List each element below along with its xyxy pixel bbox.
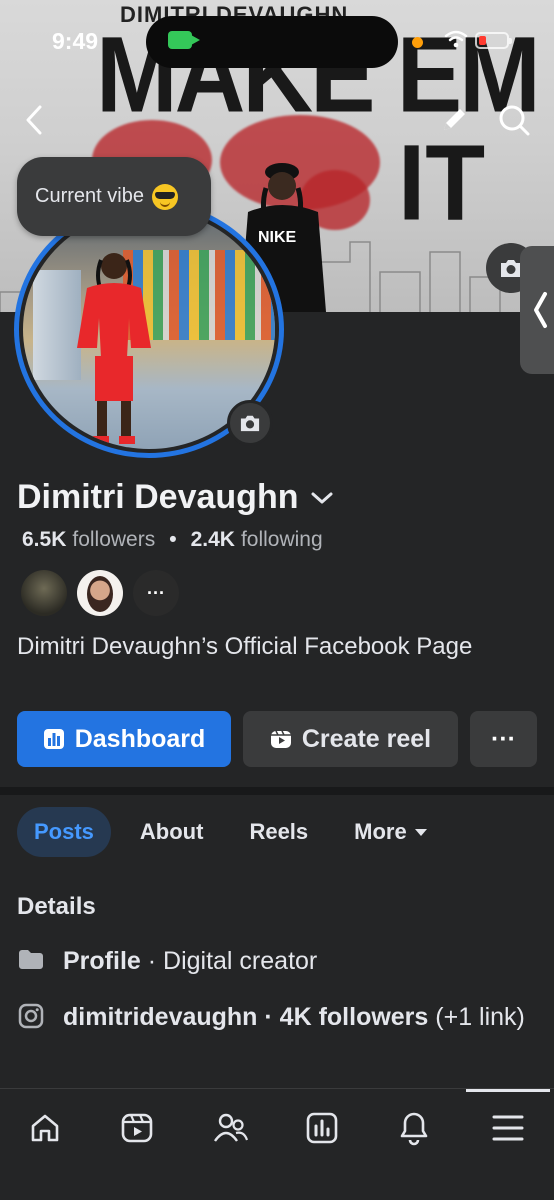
- svg-text:NIKE: NIKE: [258, 229, 297, 246]
- active-tab-indicator: [466, 1089, 550, 1092]
- detail-profile-value: · Digital creator: [140, 947, 318, 975]
- edit-profile-picture-button[interactable]: [227, 400, 273, 446]
- nav-friends[interactable]: [207, 1105, 253, 1151]
- friends-icon: [214, 1113, 248, 1142]
- details-heading: Details: [17, 893, 96, 920]
- follower-avatar[interactable]: [77, 570, 123, 616]
- followers-label[interactable]: followers: [72, 528, 155, 552]
- section-divider: [0, 787, 554, 795]
- caret-down-icon: [414, 828, 427, 836]
- cover-title-big-2: IT: [398, 121, 486, 243]
- search-button[interactable]: [492, 98, 536, 142]
- nav-video[interactable]: [114, 1105, 160, 1151]
- profile-category-icon: [17, 947, 45, 971]
- mic-indicator-icon: [412, 37, 423, 48]
- chevron-down-icon[interactable]: [310, 490, 334, 506]
- edit-button[interactable]: [434, 100, 474, 140]
- nav-menu[interactable]: [485, 1105, 531, 1151]
- video-icon: [121, 1113, 153, 1143]
- tab-posts[interactable]: Posts: [17, 807, 111, 857]
- home-icon: [31, 1114, 59, 1142]
- more-followers-button[interactable]: ···: [133, 570, 179, 616]
- facetime-indicator-icon: [168, 31, 200, 49]
- battery-icon: [475, 32, 512, 49]
- instagram-icon: [17, 1003, 45, 1029]
- bell-icon: [400, 1112, 428, 1146]
- tab-about[interactable]: About: [123, 807, 221, 857]
- detail-instagram[interactable]: dimitridevaughn · 4K followers (+1 link): [17, 1001, 537, 1034]
- bottom-navigation: [0, 1088, 554, 1200]
- menu-icon: [492, 1115, 524, 1141]
- follower-avatars[interactable]: ···: [21, 570, 179, 616]
- current-vibe-bubble[interactable]: Current vibe: [17, 157, 211, 236]
- pencil-icon: [444, 109, 465, 130]
- profile-name: Dimitri Devaughn: [17, 478, 299, 516]
- profile-tabs: Posts About Reels More: [17, 807, 456, 857]
- status-time: 9:49: [52, 28, 99, 54]
- followers-count[interactable]: 6.5K: [22, 528, 66, 552]
- follower-avatar[interactable]: [21, 570, 67, 616]
- following-label[interactable]: following: [241, 528, 323, 552]
- search-icon: [499, 105, 530, 136]
- profile-name-row[interactable]: Dimitri Devaughn: [17, 478, 334, 517]
- dynamic-island: [146, 16, 398, 68]
- sunglasses-emoji-icon: [151, 183, 178, 210]
- more-options-button[interactable]: ···: [470, 711, 537, 767]
- more-options-icon: ···: [491, 724, 516, 753]
- chevron-left-icon: [534, 292, 547, 328]
- profile-bio: Dimitri Devaughn’s Official Facebook Pag…: [17, 633, 473, 660]
- photo-person: [77, 253, 151, 444]
- nav-dashboard[interactable]: [299, 1105, 345, 1151]
- stats-separator: •: [169, 528, 177, 551]
- chevron-left-icon: [26, 105, 42, 135]
- following-count[interactable]: 2.4K: [191, 528, 235, 552]
- dashboard-label: Dashboard: [74, 724, 206, 753]
- wifi-icon: [444, 30, 468, 48]
- dashboard-button[interactable]: Dashboard: [17, 711, 231, 767]
- nav-home[interactable]: [22, 1105, 68, 1151]
- detail-profile-label: Profile: [63, 947, 141, 975]
- tab-more-label: More: [354, 819, 407, 844]
- nav-notifications[interactable]: [391, 1105, 437, 1151]
- create-reel-button[interactable]: Create reel: [243, 711, 458, 767]
- tab-more[interactable]: More: [337, 807, 444, 857]
- instagram-links[interactable]: (+1 link): [428, 1003, 525, 1031]
- detail-profile-category: Profile · Digital creator: [17, 945, 537, 978]
- vibe-text: Current vibe: [35, 185, 144, 207]
- create-reel-label: Create reel: [301, 724, 432, 753]
- camera-icon: [240, 415, 260, 432]
- back-button[interactable]: [16, 98, 52, 142]
- dashboard-icon: [306, 1112, 338, 1144]
- instagram-handle[interactable]: dimitridevaughn · 4K followers: [63, 1003, 428, 1031]
- follow-stats: 6.5K followers • 2.4K following: [22, 528, 323, 552]
- reel-icon: [270, 730, 291, 748]
- tab-reels[interactable]: Reels: [232, 807, 325, 857]
- side-panel-handle[interactable]: [520, 246, 554, 374]
- dashboard-icon: [43, 729, 64, 749]
